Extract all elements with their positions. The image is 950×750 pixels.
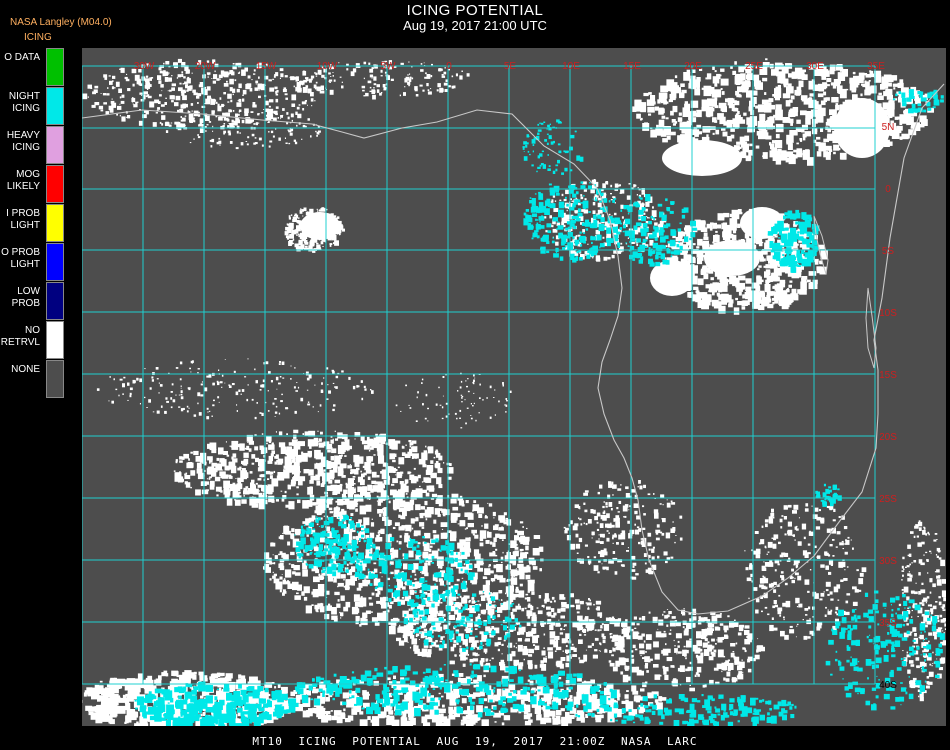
- latitude-label: 10S: [879, 308, 897, 319]
- legend-swatch: [46, 243, 64, 281]
- longitude-label: 20W: [195, 61, 216, 72]
- latitude-label: 25S: [879, 494, 897, 505]
- legend-label: MOG LIKELY: [6, 169, 40, 192]
- legend-item: LOW PROB: [0, 282, 66, 321]
- longitude-label: 5W: [381, 61, 397, 72]
- latitude-label: 0: [885, 184, 891, 195]
- legend-swatch: [46, 204, 64, 242]
- legend-swatch: [46, 165, 64, 203]
- longitude-label: 25E: [745, 61, 763, 72]
- longitude-label: 15W: [256, 61, 277, 72]
- longitude-label: 30E: [806, 61, 824, 72]
- longitude-label: 20E: [684, 61, 702, 72]
- latitude-label: 40S: [879, 680, 897, 691]
- color-legend: O DATA NIGHT ICING HEAVY ICING MOG LIKELY I …: [0, 48, 66, 399]
- cloud-icing-layer: [134, 89, 945, 726]
- legend-label: HEAVY ICING: [6, 130, 40, 153]
- product-label: ICING: [24, 32, 52, 43]
- legend-item: NO RETRVL: [0, 321, 66, 360]
- latitude-label: 35S: [879, 618, 897, 629]
- legend-label: NO RETRVL: [0, 325, 40, 348]
- legend-label: O DATA: [4, 52, 40, 63]
- longitude-label: 0: [446, 61, 452, 72]
- coastline: [82, 83, 945, 615]
- legend-swatch: [46, 126, 64, 164]
- longitude-label: 35E: [867, 61, 885, 72]
- latitude-label: 5N: [882, 122, 895, 133]
- legend-swatch: [46, 282, 64, 320]
- chart-title: ICING POTENTIAL: [406, 2, 544, 19]
- latitude-label: 20S: [879, 432, 897, 443]
- legend-label: LOW PROB: [11, 286, 40, 309]
- legend-item: O DATA: [0, 48, 66, 87]
- producer-label: NASA Langley (M04.0): [10, 17, 112, 28]
- chart-timestamp: Aug 19, 2017 21:00 UTC: [403, 18, 547, 33]
- latitude-label: 5S: [882, 246, 895, 257]
- legend-item: HEAVY ICING: [0, 126, 66, 165]
- longitude-label: 15E: [623, 61, 641, 72]
- latitude-label: 30S: [879, 556, 897, 567]
- latitude-label: 15S: [879, 370, 897, 381]
- legend-item: MOG LIKELY: [0, 165, 66, 204]
- legend-swatch: [46, 87, 64, 125]
- map-canvas: 30W 20W 15W 10W 5W 0 5E 10E 15E 20E 25E 30E 35E 5N 0 5S…: [82, 58, 946, 726]
- legend-swatch: [46, 360, 64, 398]
- legend-item: NONE: [0, 360, 66, 399]
- legend-item: NIGHT ICING: [0, 87, 66, 126]
- legend-label: NONE: [11, 364, 40, 375]
- footer-caption: MT10 ICING POTENTIAL AUG 19, 2017 21:00Z…: [252, 735, 698, 748]
- longitude-label: 30W: [134, 61, 155, 72]
- legend-label: I PROB LIGHT: [6, 208, 40, 231]
- icing-map: 30W 20W 15W 10W 5W 0 5E 10E 15E 20E 25E 30E 35E 5N 0 5S…: [82, 48, 946, 726]
- longitude-label: 10W: [317, 61, 338, 72]
- longitude-label: 10E: [562, 61, 580, 72]
- legend-label: NIGHT ICING: [8, 91, 40, 114]
- lat-lon-grid: [82, 65, 876, 685]
- legend-item: O PROB LIGHT: [0, 243, 66, 282]
- legend-item: I PROB LIGHT: [0, 204, 66, 243]
- legend-swatch: [46, 321, 64, 359]
- legend-swatch: [46, 48, 64, 86]
- legend-label: O PROB LIGHT: [1, 247, 40, 270]
- longitude-label: 5E: [504, 61, 517, 72]
